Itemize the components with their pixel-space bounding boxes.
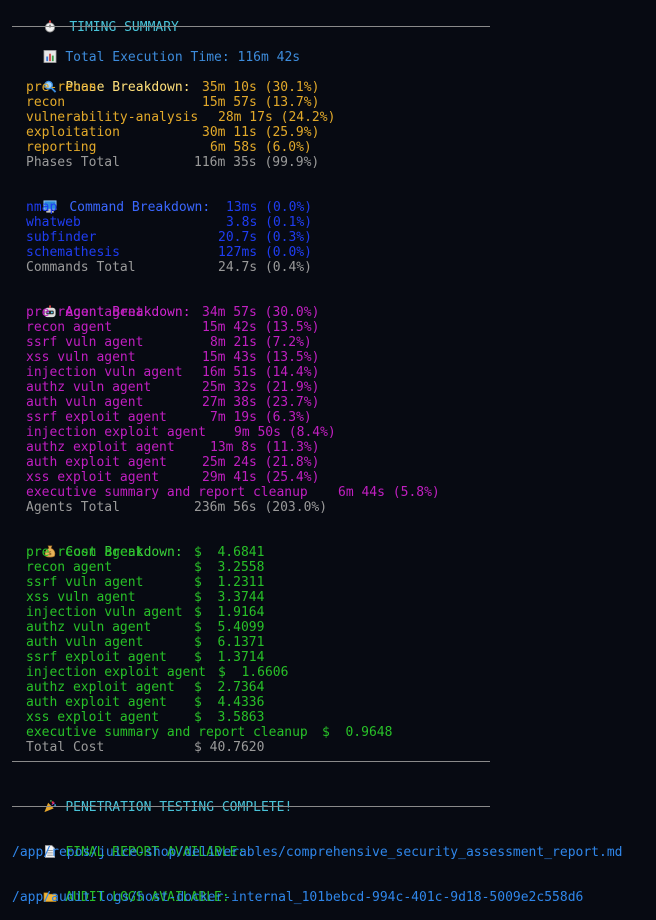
audit-logs-path[interactable]: /app/audit-logs/host-docker-internal_101… [12,890,583,905]
list-item: recon agent 15m 42s (13.5%) [26,320,320,335]
final-report-path[interactable]: /app/repos/juice-shop/deliverables/compr… [12,845,622,860]
list-item: exploitation 30m 11s (25.9%) [26,125,320,140]
terminal-window: TIMING SUMMARY Total Execution Time: 116… [0,0,656,915]
list-item: injection exploit agent $ 1.6606 [26,665,289,680]
bar-chart-icon [43,50,57,63]
divider [12,26,490,27]
list-item: authz vuln agent $ 5.4099 [26,620,265,635]
list-item: xss vuln agent $ 3.3744 [26,590,265,605]
agents-total: Agents Total 236m 56s (203.0%) [26,500,328,515]
list-item: auth exploit agent $ 4.4336 [26,695,265,710]
list-item: xss exploit agent $ 3.5863 [26,710,265,725]
list-item: authz vuln agent 25m 32s (21.9%) [26,380,320,395]
list-item: auth vuln agent $ 6.1371 [26,635,265,650]
list-item: injection vuln agent $ 1.9164 [26,605,265,620]
list-item: recon agent $ 3.2558 [26,560,265,575]
list-item: auth exploit agent 25m 24s (21.8%) [26,455,320,470]
list-item: ssrf vuln agent 8m 21s (7.2%) [26,335,312,350]
commands-total: Commands Total 24.7s (0.4%) [26,260,312,275]
list-item: xss exploit agent 29m 41s (25.4%) [26,470,320,485]
list-item: executive summary and report cleanup 6m 4… [26,485,440,500]
list-item: reporting 6m 58s (6.0%) [26,140,312,155]
completion-banner: PENETRATION TESTING COMPLETE! [12,785,292,830]
phases-total: Phases Total 116m 35s (99.9%) [26,155,320,170]
cost-total: Total Cost $ 40.7620 [26,740,265,755]
list-item: whatweb 3.8s (0.1%) [26,215,313,230]
list-item: authz exploit agent $ 2.7364 [26,680,265,695]
list-item: injection exploit agent 9m 50s (8.4%) [26,425,336,440]
list-item: ssrf exploit agent $ 1.3714 [26,650,265,665]
list-item: subfinder 20.7s (0.3%) [26,230,312,245]
completion-text: PENETRATION TESTING COMPLETE! [65,800,293,815]
list-item: pre recon agent $ 4.6841 [26,545,265,560]
list-item: vulnerability-analysis 28m 17s (24.2%) [26,110,336,125]
list-item: pre recon agent 34m 57s (30.0%) [26,305,320,320]
list-item: xss vuln agent 15m 43s (13.5%) [26,350,320,365]
list-item: executive summary and report cleanup $ 0.… [26,725,393,740]
list-item: ssrf exploit agent 7m 19s (6.3%) [26,410,312,425]
list-item: authz exploit agent 13m 8s (11.3%) [26,440,320,455]
list-item: ssrf vuln agent $ 1.2311 [26,575,265,590]
total-execution-text: Total Execution Time: 116m 42s [65,50,301,65]
divider [12,761,490,762]
list-item: injection vuln agent 16m 51s (14.4%) [26,365,320,380]
list-item: pre-recon 35m 10s (30.1%) [26,80,320,95]
list-item: recon 15m 57s (13.7%) [26,95,320,110]
list-item: auth vuln agent 27m 38s (23.7%) [26,395,320,410]
divider [12,806,490,807]
list-item: schemathesis 127ms (0.0%) [26,245,312,260]
header-title: TIMING SUMMARY [69,20,179,35]
list-item: nmap 13ms (0.0%) [26,200,313,215]
